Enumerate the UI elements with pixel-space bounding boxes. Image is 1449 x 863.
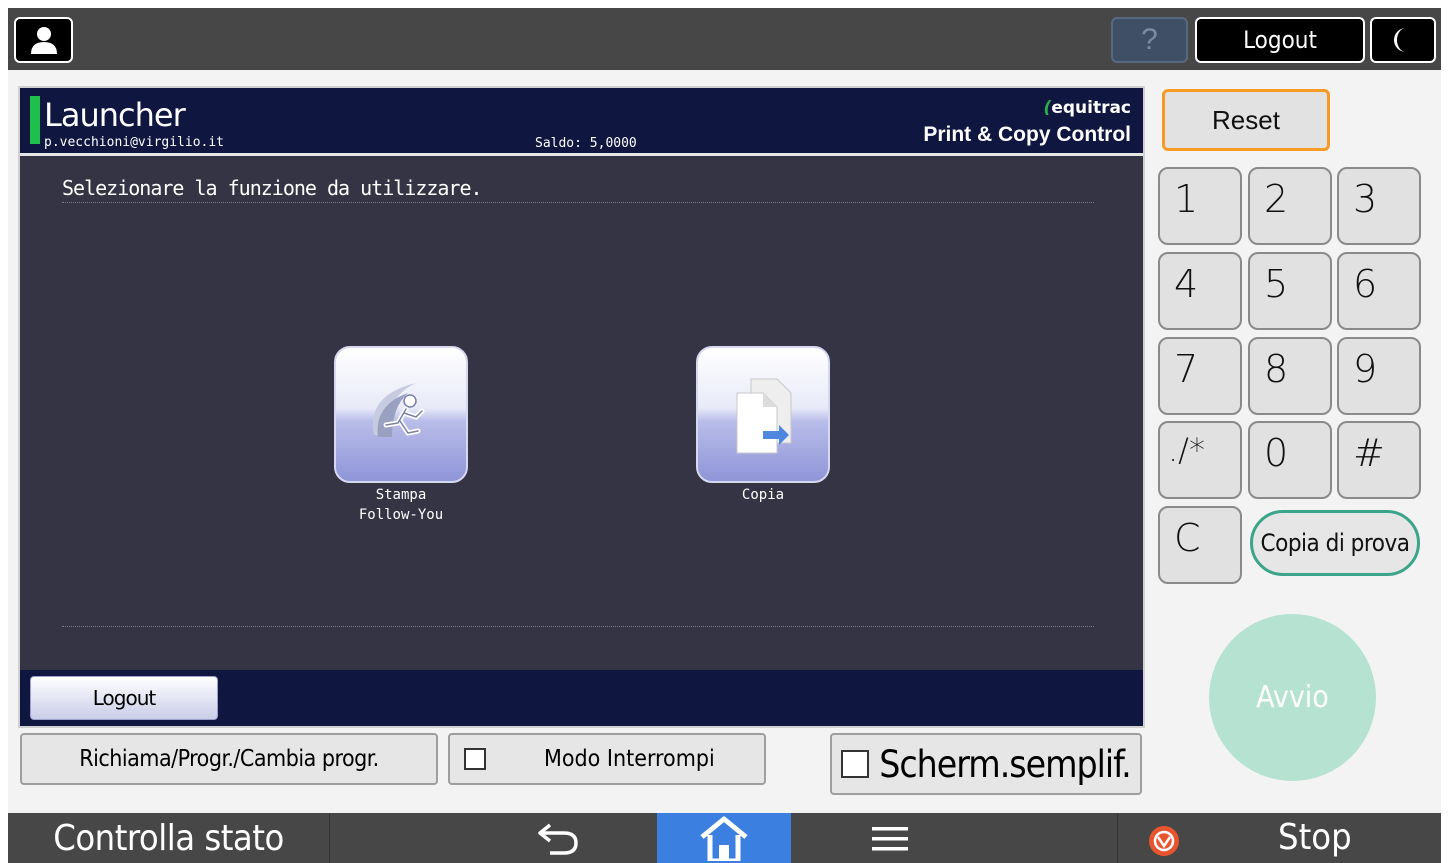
start-button[interactable]: Avvio	[1209, 614, 1376, 781]
key-7[interactable]: 7	[1158, 337, 1242, 415]
moon-icon	[1394, 28, 1406, 52]
stop-icon	[1149, 826, 1179, 856]
user-email: p.vecchioni@virgilio.it	[44, 135, 225, 150]
divider-bottom	[62, 626, 1094, 627]
help-button[interactable]: ?	[1111, 17, 1188, 63]
reset-button[interactable]: Reset	[1162, 89, 1330, 151]
interrupt-mode-button[interactable]: Modo Interrompi	[448, 733, 766, 785]
home-button[interactable]	[657, 813, 791, 863]
follow-you-runner-icon	[372, 382, 425, 437]
simple-screen-button[interactable]: Scherm.semplif.	[830, 733, 1142, 795]
back-button[interactable]	[508, 813, 608, 863]
app-header: Launcher p.vecchioni@virgilio.it Saldo: …	[20, 88, 1143, 156]
tile-label-line1: Stampa	[375, 487, 427, 503]
key-2[interactable]: 2	[1248, 167, 1332, 245]
tile-follow-you-label: Stampa Follow-You	[301, 485, 501, 525]
key-5[interactable]: 5	[1248, 252, 1332, 330]
brand-logo: (equitrac	[1044, 98, 1131, 118]
key-3[interactable]: 3	[1337, 167, 1421, 245]
logout-button[interactable]: Logout	[1195, 17, 1365, 63]
simple-screen-checkbox	[841, 750, 870, 778]
copy-documents-icon	[736, 378, 792, 453]
launcher-panel: Launcher p.vecchioni@virgilio.it Saldo: …	[18, 86, 1145, 728]
app-logout-button[interactable]: Logout	[30, 676, 218, 720]
tile-copy[interactable]	[696, 346, 830, 483]
app-footer: Logout	[20, 670, 1143, 726]
user-icon	[30, 27, 57, 54]
proof-copy-button[interactable]: Copia di prova	[1250, 510, 1420, 576]
back-arrow-icon	[538, 823, 578, 855]
brand-subtitle: Print & Copy Control	[923, 123, 1131, 146]
key-1[interactable]: 1	[1158, 167, 1242, 245]
recall-program-button[interactable]: Richiama/Progr./Cambia progr.	[20, 733, 438, 785]
energy-saver-button[interactable]	[1370, 17, 1436, 63]
key-4[interactable]: 4	[1158, 252, 1242, 330]
help-icon: ?	[1141, 23, 1158, 56]
tile-label-line1: Copia	[741, 487, 785, 503]
key-6[interactable]: 6	[1337, 252, 1421, 330]
divider-top	[62, 202, 1094, 203]
interrupt-checkbox	[464, 748, 486, 770]
tile-follow-you-print[interactable]	[334, 346, 468, 483]
interrupt-label: Modo Interrompi	[544, 746, 715, 772]
key-8[interactable]: 8	[1248, 337, 1332, 415]
check-status-button[interactable]: Controlla stato	[8, 813, 330, 863]
instruction-text: Selezionare la funzione da utilizzare.	[62, 176, 483, 200]
key-dot-star[interactable]: ./*	[1158, 421, 1242, 499]
balance-text: Saldo: 5,0000	[535, 136, 637, 151]
menu-button[interactable]	[840, 813, 940, 863]
header-accent-bar	[30, 96, 40, 144]
home-icon	[700, 816, 748, 861]
stop-label: Stop	[1278, 817, 1352, 858]
page-title: Launcher	[44, 96, 186, 134]
key-clear[interactable]: C	[1158, 506, 1242, 584]
key-hash[interactable]: #	[1337, 421, 1421, 499]
key-0[interactable]: 0	[1248, 421, 1332, 499]
stop-button[interactable]: Stop	[1117, 813, 1441, 863]
brand-name: equitrac	[1051, 98, 1131, 118]
simple-screen-label: Scherm.semplif.	[879, 742, 1132, 786]
user-button[interactable]	[14, 17, 73, 63]
tile-label-line2: Follow-You	[358, 507, 444, 523]
key-9[interactable]: 9	[1337, 337, 1421, 415]
menu-icon	[872, 827, 908, 851]
tile-copy-label: Copia	[663, 485, 863, 505]
